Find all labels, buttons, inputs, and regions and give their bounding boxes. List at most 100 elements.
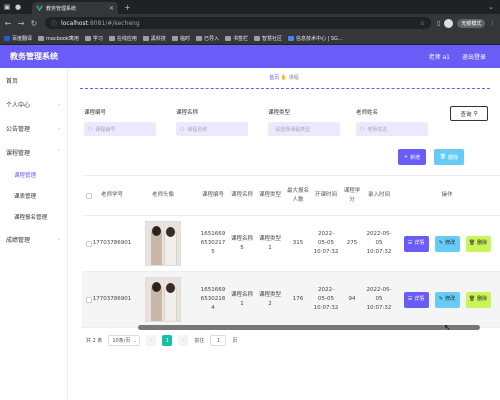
search-icon: ○ [360,126,365,132]
github-icon[interactable]: ● [14,3,22,11]
delete-button[interactable]: 🗑 删除 [465,235,491,252]
document-icon: ☰ [407,240,413,246]
column-header[interactable]: 课程名称 [228,176,256,215]
chevron-down-icon: ⌄ [56,125,61,131]
sidebar: 首页 个人中心 ⌄ 公告管理 ⌄ 课程管理 ⌃ 课程管理 课表管理 课程报名管理 成绩… [0,68,68,400]
trash-icon: 🗑 [439,154,447,160]
next-page-button[interactable]: › [178,335,189,346]
course-type-select[interactable]: 请选择课程类型 [268,122,340,136]
column-header[interactable]: 课程编号 [198,176,228,215]
folder-icon [171,35,178,41]
app-header: 教务管理系统 老师 a1 退出登录 [0,45,500,68]
incognito-badge[interactable]: 无痕模式 [457,18,486,28]
url-host: localhost [61,19,88,27]
bookmark-item[interactable]: 黑科技 [142,35,166,42]
page-size-select[interactable]: 10条/页 ⌄ [108,335,141,346]
teacher-photo-cell [128,272,198,327]
bookmark-item[interactable]: 智慧社区 [253,35,282,42]
bookmark-star-icon[interactable]: ☆ [420,20,425,27]
column-header[interactable]: 最大报名人数 [284,176,312,215]
info-icon[interactable]: ⓘ [51,19,57,28]
course-no-input[interactable]: ○ 课程编号 [84,122,156,136]
edit-button[interactable]: ✎ 修改 [434,235,460,252]
menu-icon[interactable]: ⋮ [489,20,495,27]
bookmark-item[interactable]: 学习 [84,35,103,42]
breadcrumb-home[interactable]: 首页 [269,75,279,81]
bookmark-item[interactable]: 信息技术中心 | SG... [288,35,343,42]
delete-button[interactable]: 🗑 删除 [465,291,491,308]
detail-button[interactable]: ☰ 详情 [403,291,429,308]
sidebar-item-grades[interactable]: 成绩管理 ⌄ [0,227,67,251]
bookmark-item[interactable]: 临时 [171,35,190,42]
sidebar-subitem-schedule[interactable]: 课表管理 [0,185,67,206]
edit-button[interactable]: ✎ 修改 [434,291,460,308]
filter-teacher-name: 老师姓名 ○ 老师姓名 [356,108,428,136]
bookmark-item[interactable]: 百度翻译 [4,35,32,42]
sidebar-item-profile[interactable]: 个人中心 ⌄ [0,92,67,116]
ops-cell: ☰ 详情 ✎ 修改 🗑 删除 [394,216,500,271]
bookmark-icon [4,35,10,41]
document-icon: ☰ [407,296,413,302]
column-header[interactable]: 开课时间 [312,176,340,215]
prev-page-button[interactable]: ‹ [146,335,157,346]
sidebar-item-notice[interactable]: 公告管理 ⌄ [0,116,67,140]
logout-link[interactable]: 退出登录 [462,52,486,61]
goto-page-input[interactable]: 1 [210,335,227,346]
edit-icon: ✎ [438,296,444,302]
column-header[interactable]: 录入时间 [364,176,394,215]
browser-tab[interactable]: 教务管理系统 ✕ [32,2,118,14]
sidebar-toggle-icon[interactable]: ▣ [3,3,11,11]
filter-course-type: 课程类型 请选择课程类型 [268,108,340,136]
bookmark-item[interactable]: macbook寓用 [38,35,79,42]
column-header[interactable]: 老师头像 [128,176,198,215]
back-icon[interactable]: ← [3,19,13,28]
course-name-cell: 课程名称5 [230,235,253,251]
reload-icon[interactable]: ↻ [29,19,39,28]
page-number-current[interactable]: 1 [162,335,173,346]
course-name-cell: 课程名称1 [230,291,253,307]
main-content: 首页 ✋ 课程 课程编号 ○ 课程编号 课程名称 ○ 课程名称 课程类型 请选择课程… [68,68,500,400]
teacher-no-cell: 17703786901 [92,240,132,246]
bookmark-item[interactable]: 书签栏 [224,35,248,42]
chevron-down-icon: ⌄ [56,236,61,242]
table-row[interactable]: 17703786901 16516696530217 5 课程名称5 课程类型1… [82,216,500,272]
column-header[interactable]: 课程类型 [256,176,284,215]
forward-icon[interactable]: → [16,19,26,28]
plus-icon: + [403,154,409,160]
row-checkbox[interactable] [86,240,92,247]
link-icon [288,35,294,41]
close-tab-icon[interactable]: ✕ [109,5,114,12]
select-all-checkbox[interactable] [86,192,92,199]
column-header[interactable]: 老师学号 [96,176,128,215]
bookmarks-bar: 百度翻译 macbook寓用 学习 在线应用 黑科技 临时 已导入 书签栏 智慧… [0,32,500,45]
course-type-cell: 课程类型1 [258,235,281,251]
address-bar-row: ← → ↻ ⓘ localhost :8081/#/kecheng ☆ ▯ 无痕… [0,14,500,32]
mouse-cursor-icon: ↖ [444,323,451,332]
sidebar-subitem-enrollment[interactable]: 课程报名管理 [0,206,67,227]
add-button[interactable]: + 新增 [398,149,426,165]
url-input[interactable]: ⓘ localhost :8081/#/kecheng ☆ [45,17,431,29]
tab-search-icon[interactable]: ⌄ [488,3,494,11]
bookmark-item[interactable]: 已导入 [195,35,219,42]
bookmark-item[interactable]: 在线应用 [108,35,137,42]
column-header[interactable]: 课程学分 [340,176,364,215]
folder-icon [224,35,231,41]
sidebar-item-course[interactable]: 课程管理 ⌃ [0,140,67,164]
new-tab-icon[interactable]: + [124,3,131,12]
detail-button[interactable]: ☰ 详情 [403,235,429,252]
breadcrumb: 首页 ✋ 课程 [68,74,500,81]
row-checkbox[interactable] [86,296,92,303]
teacher-name-input[interactable]: ○ 老师姓名 [356,122,428,136]
entered-time-cell: 2022-05-05 10:07:32 [366,287,392,311]
table-horizontal-scrollbar[interactable] [138,325,480,330]
course-name-input[interactable]: ○ 课程名称 [176,122,248,136]
extensions-icon[interactable]: ▯ [437,20,440,27]
sidebar-subitem-course-manage[interactable]: 课程管理 [0,164,67,185]
sidebar-item-home[interactable]: 首页 [0,68,67,92]
url-path: :8081/#/kecheng [87,19,140,27]
batch-delete-button[interactable]: 🗑 删除 [434,149,464,165]
folder-icon [108,35,115,41]
query-button[interactable]: 查询 ⚲ [450,106,488,121]
table-row[interactable]: 17703786901 16516696530218 4 课程名称1 课程类型2… [82,272,500,328]
profile-avatar[interactable] [444,18,454,28]
